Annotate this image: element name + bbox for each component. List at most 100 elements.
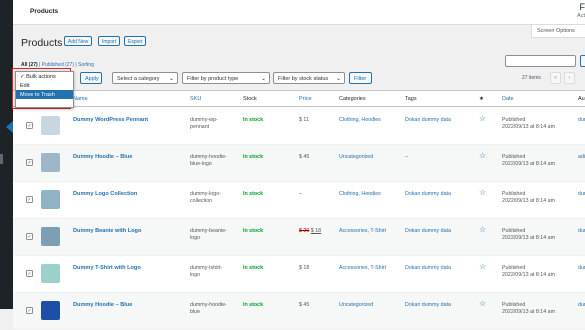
date-value: 2022/09/13 at 8:14 am (502, 124, 555, 130)
product-sku: dummy-wp-pennant (190, 117, 218, 131)
product-categories[interactable]: Uncategorized (339, 154, 373, 161)
product-thumbnail[interactable] (41, 116, 60, 135)
search-button[interactable] (580, 55, 585, 67)
product-author[interactable]: dur (578, 117, 585, 124)
product-author[interactable]: adi (578, 154, 585, 161)
filter-button[interactable]: Filter (349, 72, 372, 84)
current-menu-arrow-icon (6, 121, 13, 133)
sku-line: dummy-tshirt- (190, 265, 222, 271)
product-categories[interactable]: Accessories, T-Shirt (339, 228, 386, 235)
column-author: Au (578, 96, 585, 102)
product-thumbnail[interactable] (41, 301, 60, 320)
featured-star-icon[interactable]: ☆ (479, 115, 486, 122)
product-thumbnail[interactable] (41, 264, 60, 283)
product-tags[interactable]: Dokan dummy data (405, 228, 451, 235)
row-checkbox[interactable]: ✓ (26, 270, 33, 277)
product-thumbnail[interactable] (41, 227, 60, 246)
product-tags[interactable]: Dokan dummy data (405, 117, 451, 124)
publish-date: Published2022/09/13 at 8:14 am (502, 154, 555, 168)
product-thumbnail[interactable] (41, 190, 60, 209)
prev-page-button[interactable]: ‹ (564, 72, 575, 84)
publish-date: Published2022/09/13 at 8:14 am (502, 117, 555, 131)
category-select[interactable]: Select a category ⌄ (112, 72, 178, 84)
product-tags[interactable]: Dokan dummy data (405, 302, 451, 309)
bulk-option-edit[interactable]: Edit (16, 81, 73, 90)
row-checkbox[interactable]: ✓ (26, 196, 33, 203)
export-button[interactable]: Export (124, 36, 146, 46)
sale-price: $ 18 (299, 265, 309, 271)
sku-line: collection (190, 198, 212, 204)
view-sorting[interactable]: Sorting (78, 62, 94, 68)
column-price[interactable]: Price (299, 96, 312, 102)
column-sku[interactable]: SKU (190, 96, 201, 102)
date-status: Published (502, 191, 525, 197)
table-header: Name SKU Stock Price Categories Tags ★ D… (13, 91, 585, 107)
product-thumbnail[interactable] (41, 153, 60, 172)
import-button[interactable]: Import (98, 36, 120, 46)
product-type-select-value: Filter by product type (187, 76, 238, 82)
stock-status-select[interactable]: Filter by stock status ⌄ (273, 72, 345, 84)
product-tags[interactable]: – (405, 154, 408, 161)
product-name-link[interactable]: Dummy Hoodie – Blue (73, 154, 132, 161)
sku-line: pennant (190, 124, 209, 130)
product-categories[interactable]: Clothing, Hoodies (339, 117, 381, 124)
column-date[interactable]: Date (502, 96, 514, 102)
row-checkbox[interactable]: ✓ (26, 307, 33, 314)
apply-button[interactable]: Apply (80, 72, 102, 84)
table-row: ✓ Dummy Hoodie – Blue dummy-hoodie-blue-lo… (13, 145, 585, 182)
featured-star-icon[interactable]: ☆ (479, 226, 486, 233)
product-categories[interactable]: Accessories, T-Shirt (339, 265, 386, 272)
header-right-sub[interactable]: Act (577, 13, 585, 19)
row-checkbox[interactable]: ✓ (26, 122, 33, 129)
sku-line: dummy-wp- (190, 117, 218, 123)
product-name-link[interactable]: Dummy WordPress Pennant (73, 117, 148, 124)
column-featured-icon[interactable]: ★ (479, 96, 484, 102)
product-name-link[interactable]: Dummy T-Shirt with Logo (73, 265, 141, 272)
view-separator: | (75, 62, 76, 68)
screen-options-tab[interactable]: Screen Options (531, 25, 585, 38)
product-author[interactable]: dur (578, 191, 585, 198)
featured-star-icon[interactable]: ☆ (479, 300, 486, 307)
row-checkbox[interactable]: ✓ (26, 233, 33, 240)
stock-status: In stock (243, 228, 263, 235)
product-type-select[interactable]: Filter by product type ⌄ (182, 72, 270, 84)
product-name-link[interactable]: Dummy Hoodie – Blue (73, 302, 132, 309)
product-author[interactable]: dur (578, 228, 585, 235)
bulk-option-move-to-trash[interactable]: Move to Trash (16, 90, 73, 99)
category-select-value: Select a category (117, 76, 160, 82)
featured-star-icon[interactable]: ☆ (479, 152, 486, 159)
date-status: Published (502, 117, 525, 123)
stock-status-select-value: Filter by stock status (278, 76, 328, 82)
date-value: 2022/09/13 at 8:14 am (502, 309, 555, 315)
row-checkbox[interactable]: ✓ (26, 159, 33, 166)
product-author[interactable]: dur (578, 265, 585, 272)
sidebar-marker (0, 154, 3, 164)
sale-price: – (299, 191, 302, 197)
product-tags[interactable]: Dokan dummy data (405, 265, 451, 272)
sale-price: $ 45 (299, 154, 309, 160)
sku-line: dummy-hoodie- (190, 154, 227, 160)
bulk-actions-dropdown[interactable]: ✓ Bulk actions Edit Move to Trash (15, 71, 74, 108)
featured-star-icon[interactable]: ☆ (479, 189, 486, 196)
column-name[interactable]: Name (73, 96, 88, 102)
sku-line: logo (190, 235, 200, 241)
product-sku: dummy-hoodie-blue-logo (190, 154, 227, 168)
product-categories[interactable]: Clothing, Hoodies (339, 191, 381, 198)
product-categories[interactable]: Uncategorized (339, 302, 373, 309)
product-author[interactable]: dur (578, 302, 585, 309)
product-name-link[interactable]: Dummy Logo Collection (73, 191, 137, 198)
first-page-button[interactable]: « (550, 72, 561, 84)
bulk-option-label: Bulk actions (26, 74, 56, 80)
header-right-letter: F (580, 2, 585, 12)
featured-star-icon[interactable]: ☆ (479, 263, 486, 270)
bulk-option-bulk-actions[interactable]: ✓ Bulk actions (16, 72, 73, 81)
date-status: Published (502, 228, 525, 234)
product-sku: dummy-tshirt-logo (190, 265, 222, 279)
product-price: $ 18 (299, 265, 309, 272)
product-name-link[interactable]: Dummy Beanie with Logo (73, 228, 141, 235)
product-tags[interactable]: Dokan dummy data (405, 191, 451, 198)
search-input[interactable] (505, 55, 576, 67)
table-row: ✓Dummy Logo Collectiondummy-logo-collect… (13, 182, 585, 219)
add-new-button[interactable]: Add New (64, 36, 92, 46)
sku-line: blue (190, 309, 200, 315)
